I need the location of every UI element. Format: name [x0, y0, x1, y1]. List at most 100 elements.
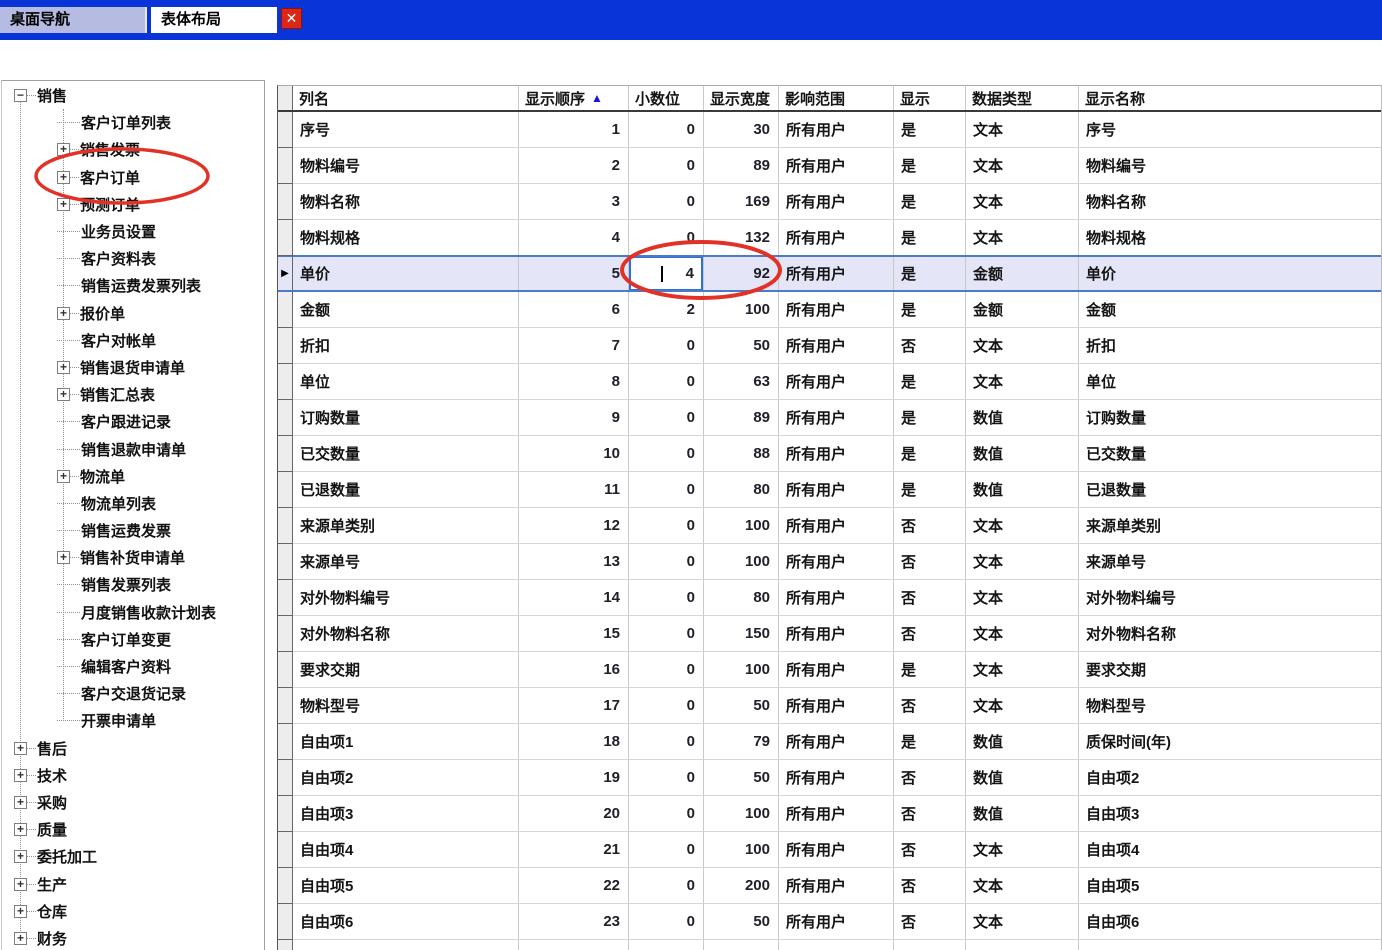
cell-column-name[interactable]: 自由项3: [293, 796, 519, 831]
cell-display-name[interactable]: 自由项6: [1079, 904, 1382, 939]
cell-visible[interactable]: 是: [894, 652, 966, 687]
cell-display-name[interactable]: 已交数量: [1079, 436, 1382, 471]
cell-display-name[interactable]: 单价: [1079, 257, 1382, 290]
header-display-order[interactable]: 显示顺序▲: [519, 86, 629, 110]
tree-item[interactable]: + 预测订单: [2, 191, 263, 218]
tree-item[interactable]: 月度销售收款计划表: [2, 599, 263, 626]
cell-display-width[interactable]: 80: [704, 580, 779, 615]
tree-expand-toggle-icon[interactable]: +: [57, 551, 70, 564]
tree-expand-toggle-icon[interactable]: +: [57, 143, 70, 156]
tree-expand-toggle-icon[interactable]: +: [14, 932, 27, 945]
tree-expand-toggle-icon[interactable]: +: [57, 307, 70, 320]
cell-visible[interactable]: 否: [894, 328, 966, 363]
cell-decimal-places[interactable]: 0: [629, 904, 704, 939]
cell-data-type[interactable]: 金额: [966, 292, 1079, 327]
cell-decimal-places[interactable]: 0: [629, 832, 704, 867]
cell-display-name[interactable]: 自由项4: [1079, 832, 1382, 867]
header-visible[interactable]: 显示: [894, 86, 966, 110]
cell-column-name[interactable]: 单价: [293, 257, 519, 290]
cell-scope[interactable]: 所有用户: [779, 328, 894, 363]
table-row[interactable]: 自由项4 21 0 100 所有用户 否 文本 自由项4: [278, 832, 1381, 868]
cell-display-name[interactable]: 对外物料名称: [1079, 616, 1382, 651]
cell-display-width[interactable]: 100: [704, 292, 779, 327]
cell-display-order[interactable]: 18: [519, 724, 629, 759]
cell-data-type[interactable]: 文本: [966, 184, 1079, 219]
cell-visible[interactable]: 是: [894, 184, 966, 219]
cell-column-name[interactable]: 自由项4: [293, 832, 519, 867]
cell-display-width[interactable]: 100: [704, 832, 779, 867]
cell-display-width[interactable]: 50: [704, 760, 779, 795]
cell-column-name[interactable]: 对外物料编号: [293, 580, 519, 615]
cell-display-width[interactable]: 100: [704, 652, 779, 687]
cell-decimal-places[interactable]: 0: [629, 472, 704, 507]
row-selector-cell[interactable]: [278, 940, 293, 950]
cell-decimal-places[interactable]: 0: [629, 184, 704, 219]
cell-display-width[interactable]: 132: [704, 220, 779, 255]
tree-item[interactable]: + 销售退货申请单: [2, 354, 263, 381]
cell-display-order[interactable]: 22: [519, 868, 629, 903]
row-selector-cell[interactable]: [278, 616, 293, 652]
cell-data-type[interactable]: 文本: [966, 652, 1079, 687]
cell-data-type[interactable]: 文本: [966, 148, 1079, 183]
cell-scope[interactable]: 所有用户: [779, 652, 894, 687]
cell-data-type[interactable]: 数值: [966, 796, 1079, 831]
cell-data-type[interactable]: 文本: [966, 544, 1079, 579]
cell-data-type[interactable]: 文本: [966, 616, 1079, 651]
row-selector-cell[interactable]: [278, 472, 293, 508]
row-selector-cell[interactable]: [278, 868, 293, 904]
tree-expand-toggle-icon[interactable]: +: [57, 198, 70, 211]
cell-visible[interactable]: 是: [894, 364, 966, 399]
tree-expand-toggle-icon[interactable]: +: [57, 470, 70, 483]
cell-decimal-places[interactable]: 0: [629, 868, 704, 903]
cell-scope[interactable]: 所有用户: [779, 508, 894, 543]
cell-column-name[interactable]: 物料编号: [293, 148, 519, 183]
cell-scope[interactable]: 所有用户: [779, 832, 894, 867]
row-selector-cell[interactable]: [278, 292, 293, 328]
cell-scope[interactable]: 所有用户: [779, 364, 894, 399]
cell-display-order[interactable]: 10: [519, 436, 629, 471]
cell-display-name[interactable]: 来源单类别: [1079, 508, 1382, 543]
table-row[interactable]: 单位 8 0 63 所有用户 是 文本 单位: [278, 364, 1381, 400]
tree-item[interactable]: − 销售: [2, 82, 263, 109]
cell-decimal-places[interactable]: 0: [629, 580, 704, 615]
row-selector-cell[interactable]: [278, 220, 293, 256]
row-selector-cell[interactable]: [278, 400, 293, 436]
cell-decimal-places[interactable]: 0: [629, 616, 704, 651]
cell-display-order[interactable]: 19: [519, 760, 629, 795]
cell-data-type[interactable]: 数值: [966, 436, 1079, 471]
cell-visible[interactable]: 是: [894, 257, 966, 290]
cell-scope[interactable]: 所有用户: [779, 112, 894, 147]
cell-display-order[interactable]: 2: [519, 148, 629, 183]
tab-desktop-navigation[interactable]: 桌面导航: [0, 7, 147, 33]
row-selector-cell[interactable]: [278, 832, 293, 868]
table-row[interactable]: 物料规格 4 0 132 所有用户 是 文本 物料规格: [278, 220, 1381, 256]
table-row[interactable]: 自由项1 18 0 79 所有用户 是 数值 质保时间(年): [278, 724, 1381, 760]
cell-column-name[interactable]: 来源单号: [293, 544, 519, 579]
cell-display-order[interactable]: 13: [519, 544, 629, 579]
cell-decimal-places[interactable]: 0: [629, 148, 704, 183]
tree-item[interactable]: + 物流单: [2, 463, 263, 490]
cell-data-type[interactable]: 文本: [966, 868, 1079, 903]
cell-visible[interactable]: 是: [894, 400, 966, 435]
cell-display-name[interactable]: 要求交期: [1079, 652, 1382, 687]
cell-scope[interactable]: 所有用户: [779, 184, 894, 219]
cell-data-type[interactable]: 数值: [966, 724, 1079, 759]
cell-decimal-places[interactable]: 0: [629, 544, 704, 579]
cell-scope[interactable]: 所有用户: [779, 148, 894, 183]
table-row[interactable]: 折扣 7 0 50 所有用户 否 文本 折扣: [278, 328, 1381, 364]
tree-item[interactable]: + 销售补货申请单: [2, 544, 263, 571]
tree-item[interactable]: + 仓库: [2, 898, 263, 925]
cell-display-order[interactable]: 17: [519, 688, 629, 723]
cell-display-width[interactable]: 92: [704, 257, 779, 290]
tree-item[interactable]: 客户交退货记录: [2, 680, 263, 707]
row-selector-cell[interactable]: [278, 688, 293, 724]
cell-display-width[interactable]: 79: [704, 724, 779, 759]
tree-expand-toggle-icon[interactable]: +: [14, 796, 27, 809]
tree-item[interactable]: 客户订单列表: [2, 109, 263, 136]
table-row[interactable]: 自由项2 19 0 50 所有用户 否 数值 自由项2: [278, 760, 1381, 796]
cell-scope[interactable]: 所有用户: [779, 904, 894, 939]
tree-item[interactable]: + 销售汇总表: [2, 381, 263, 408]
cell-display-width[interactable]: 169: [704, 184, 779, 219]
cell-scope[interactable]: 所有用户: [779, 868, 894, 903]
row-selector-cell[interactable]: [278, 796, 293, 832]
